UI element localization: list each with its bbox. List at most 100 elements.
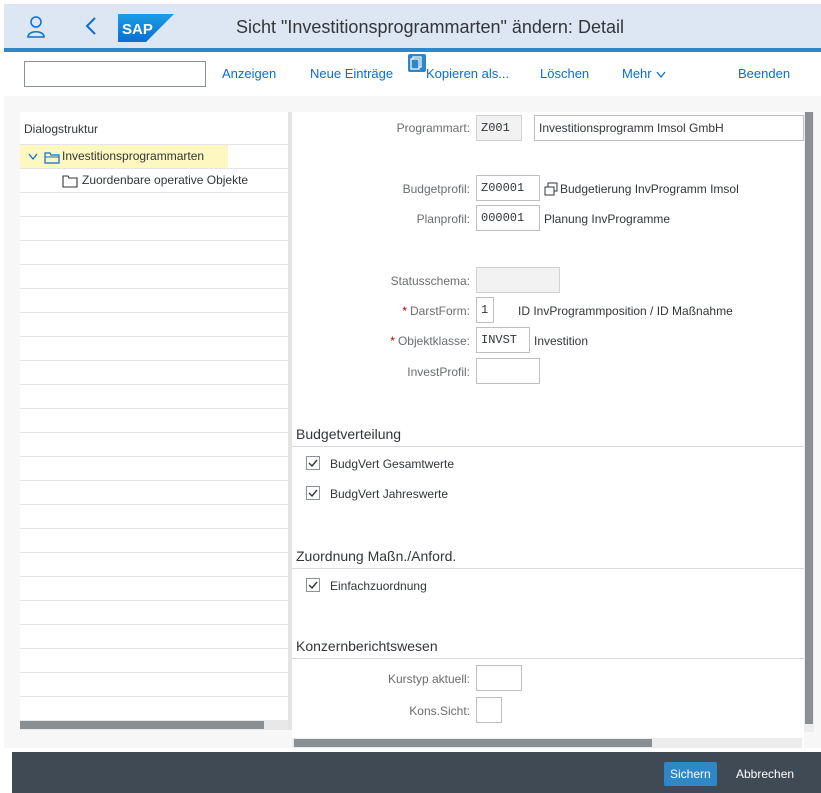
toolbar: Anzeigen Neue Einträge Kopieren als... L… [4,52,821,96]
kurstyp-label: Kurstyp aktuell: [387,672,470,686]
tree-empty-row [20,432,291,456]
statusschema-field[interactable] [476,267,560,293]
tree-empty-row [20,576,291,600]
section-divider [292,568,804,569]
tree-item-label: Zuordenbare operative Objekte [82,173,249,187]
tree-empty-row [20,288,291,312]
detail-horizontal-scrollbar[interactable] [292,738,802,748]
tree-empty-row [20,240,291,264]
statusschema-label: Statusschema: [390,274,470,288]
tree-empty-row [20,648,291,672]
objektklasse-label-text: Objektklasse: [397,334,470,348]
tree-empty-row [20,600,291,624]
chevron-down-icon[interactable] [28,153,38,161]
investprofil-label: InvestProfil: [407,365,470,379]
section-budgetverteilung-title: Budgetverteilung [296,426,402,442]
tree-empty-row [20,264,291,288]
konssicht-label: Kons.Sicht: [409,704,470,718]
loeschen-button[interactable]: Löschen [540,66,589,81]
sichern-button[interactable]: Sichern [664,762,717,786]
required-indicator: * [390,334,395,348]
user-icon[interactable] [26,16,46,38]
budgetprofil-text: Budgetierung InvProgramm Imsol [560,182,739,196]
anzeigen-button[interactable]: Anzeigen [222,66,276,81]
darstform-label-text: DarstForm: [410,304,470,318]
checkmark-icon [308,489,318,498]
tree-empty-row [20,672,291,696]
tree-empty-row [20,552,291,576]
tree-empty-row [20,408,291,432]
tree-empty-row [20,312,291,336]
budgvert-gesamtwerte-checkbox[interactable] [306,456,320,470]
tree-empty-row [20,216,291,240]
investprofil-field[interactable] [476,358,540,384]
tree-empty-row [20,336,291,360]
tree-item-label: Investitionsprogrammarten [62,149,205,163]
objektklasse-field[interactable]: INVST [476,327,530,353]
mehr-label: Mehr [622,66,652,81]
checkmark-icon [308,459,318,468]
scrollbar-thumb[interactable] [20,721,264,729]
copy-icon[interactable] [408,54,426,72]
section-zuordnung-title: Zuordnung Maßn./Anford. [296,548,457,564]
page-title: Sicht "Investitionsprogrammarten" ändern… [236,17,624,37]
darstform-text: ID InvProgrammposition / ID Maßnahme [518,304,733,318]
programmart-code-field[interactable]: Z001 [476,115,522,141]
back-icon[interactable] [82,14,100,38]
scrollbar-thumb[interactable] [294,739,652,747]
darstform-label: * DarstForm: [402,304,470,318]
sap-logo: SAP [118,14,174,42]
planprofil-field[interactable]: 000001 [476,205,540,231]
required-indicator: * [402,304,407,318]
tree-item-zuordenbare-objekte[interactable]: Zuordenbare operative Objekte [20,168,291,192]
tree-empty-row [20,456,291,480]
tree-empty-row [20,504,291,528]
planprofil-text: Planung InvProgramme [544,212,671,226]
tree-item-investitionsprogrammarten[interactable]: Investitionsprogrammarten [20,144,291,168]
folder-open-icon [44,152,60,164]
programmart-label: Programmart: [396,121,470,135]
folder-icon [62,175,78,188]
shell-header: SAP Sicht "Investitionsprogrammarten" än… [4,4,821,52]
detail-vertical-scrollbar[interactable] [804,112,814,732]
beenden-button[interactable]: Beenden [738,66,790,81]
scrollbar-thumb[interactable] [805,112,813,724]
tree-title: Dialogstruktur [24,122,99,136]
svg-text:SAP: SAP [122,21,153,38]
konssicht-field[interactable] [476,697,502,723]
kopieren-als-button[interactable]: Kopieren als... [426,66,509,81]
tree-empty-row [20,624,291,648]
budgvert-jahreswerte-checkbox[interactable] [306,486,320,500]
tree-empty-row [20,480,291,504]
neue-eintraege-button[interactable]: Neue Einträge [310,66,393,81]
section-divider [292,446,804,447]
objektklasse-label: * Objektklasse: [390,334,470,348]
section-divider [292,658,804,659]
value-help-icon[interactable] [544,182,558,196]
objektklasse-text: Investition [534,334,589,348]
tree-empty-row [20,384,291,408]
mehr-button[interactable]: Mehr [622,66,666,81]
main-area: Dialogstruktur Investitionsprogrammarten… [4,96,821,748]
tree-empty-row [20,192,291,216]
budgvert-gesamtwerte-label: BudgVert Gesamtwerte [330,457,455,471]
checkmark-icon [308,581,318,590]
tree-horizontal-scrollbar[interactable] [20,720,291,730]
section-konzern-title: Konzernberichtswesen [296,638,438,654]
tree-empty-row [20,528,291,552]
budgetprofil-field[interactable]: Z00001 [476,175,540,201]
dialog-structure-tree: Dialogstruktur Investitionsprogrammarten… [20,112,292,730]
budgvert-jahreswerte-label: BudgVert Jahreswerte [330,487,449,501]
darstform-field[interactable]: 1 [476,297,494,323]
budgetprofil-label: Budgetprofil: [402,182,470,196]
kurstyp-field[interactable] [476,665,522,691]
tree-empty-row [20,360,291,384]
einfachzuordnung-label: Einfachzuordnung [330,579,427,593]
abbrechen-button[interactable]: Abbrechen [736,762,794,786]
planprofil-label: Planprofil: [416,212,470,226]
tree-empty-row [20,696,291,720]
programmart-text-field[interactable]: Investitionsprogramm Imsol GmbH [534,115,804,141]
chevron-down-icon [656,71,666,78]
einfachzuordnung-checkbox[interactable] [306,578,320,592]
command-field[interactable] [24,61,206,87]
